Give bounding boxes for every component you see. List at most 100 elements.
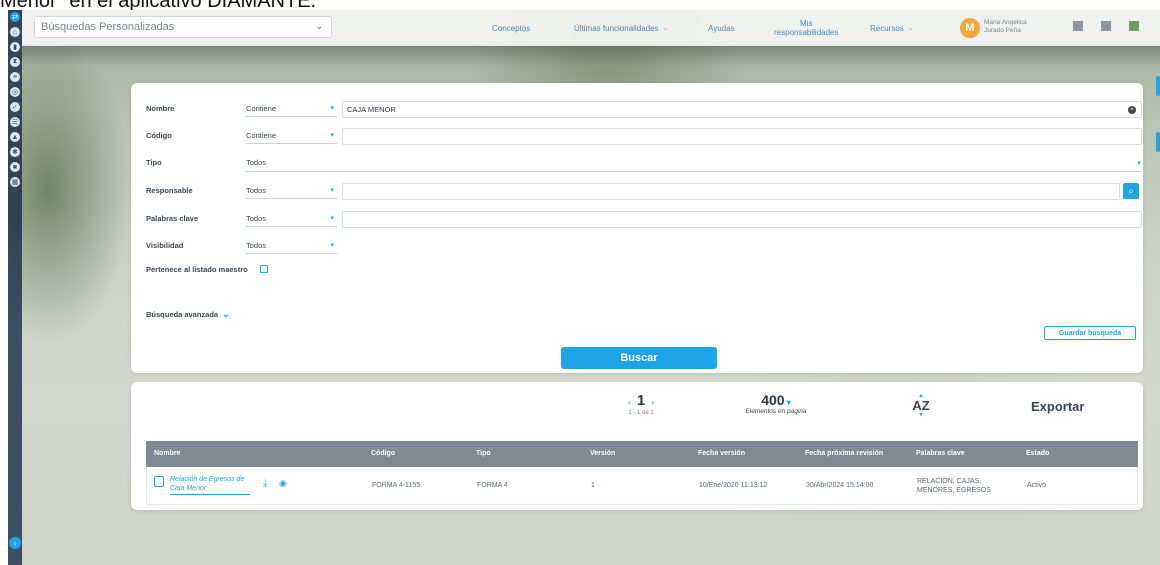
check-icon[interactable]: ✓ <box>10 102 20 112</box>
filter-label: Tipo <box>146 158 162 167</box>
next-page-icon[interactable]: › <box>651 397 654 407</box>
filter-label: Nombre <box>146 104 175 113</box>
nav-conceptos[interactable]: Conceptos <box>492 10 530 46</box>
search-icon[interactable]: ⌕ <box>1123 183 1139 199</box>
search-button[interactable]: Buscar <box>561 347 717 369</box>
column-header[interactable]: Versión <box>590 450 615 457</box>
operator-value: Todos <box>246 241 267 250</box>
advanced-search-toggle[interactable]: Búsqueda avanzada ⌄ <box>146 309 230 320</box>
cell-estado: Activo <box>1027 482 1047 489</box>
nav-conceptos-label: Conceptos <box>492 23 531 33</box>
top-bar: Búsquedas Personalizadas ⌄ Conceptos Últ… <box>22 10 1160 46</box>
table-header: Nombre Código Tipo Versión Fecha versión… <box>146 441 1138 467</box>
prev-page-icon[interactable]: ‹ <box>628 397 631 407</box>
cell-palabras-line1: RELACION, CAJAS, <box>917 478 982 485</box>
document-caption: Menor" en el aplicativo DIAMANTE. <box>0 0 1160 10</box>
operator-select[interactable]: Contiene ▾ <box>246 101 337 117</box>
side-tab[interactable] <box>1156 76 1160 96</box>
column-header[interactable]: Fecha versión <box>698 450 745 457</box>
side-tab[interactable] <box>1156 132 1160 152</box>
items-per-page[interactable]: 400 ▾ Elementos en página <box>731 392 821 415</box>
column-header[interactable]: Estado <box>1026 450 1049 457</box>
dropdown-arrow-icon: ▾ <box>330 132 334 139</box>
avatar[interactable]: M <box>960 18 980 38</box>
eye-icon[interactable]: ◉ <box>279 478 287 489</box>
dropdown-arrow-icon: ▾ <box>330 215 334 222</box>
cell-tipo: FORMA 4 <box>477 482 508 489</box>
filter-row-tipo: Tipo Todos ▾ <box>131 152 1143 174</box>
page-range: 1 - 1 de 1 <box>628 410 654 416</box>
tipo-underline <box>246 171 1142 172</box>
tipo-value: Todos <box>246 158 267 167</box>
operator-select[interactable]: Contiene ▾ <box>246 128 337 144</box>
cell-fecha-version: 10/Ene/2020 11:13:12 <box>699 482 768 489</box>
visibilidad-select[interactable]: Todos ▾ <box>246 238 337 254</box>
responsable-input[interactable] <box>342 183 1120 200</box>
briefcase-icon[interactable]: ■ <box>10 162 20 172</box>
filter-label: Código <box>146 131 172 140</box>
table-row: Relación de Egresos de Caja Menor ⤓ ◉ FO… <box>146 467 1138 505</box>
clear-icon[interactable]: × <box>1128 106 1136 114</box>
buildings-icon[interactable] <box>1101 21 1111 31</box>
hourglass-icon[interactable]: ⧗ <box>10 57 20 67</box>
user-name-line2: Jurado Peña <box>984 27 1021 34</box>
building-icon[interactable]: ▦ <box>10 177 20 187</box>
palabras-input[interactable] <box>342 211 1142 228</box>
header-shadow <box>22 46 1160 66</box>
nav-ayudas[interactable]: Ayudas <box>708 10 735 46</box>
nombre-input[interactable]: CAJA MENOR × <box>342 101 1142 118</box>
cell-fecha-revision: 30/Abr/2024 15:14:00 <box>806 482 874 489</box>
cell-codigo: FORMA 4-1155 <box>372 482 421 489</box>
calendar-icon[interactable] <box>1073 21 1083 31</box>
operator-select[interactable]: Todos ▾ <box>246 183 337 199</box>
filter-row-codigo: Código Contiene ▾ <box>131 125 1143 147</box>
tipo-select[interactable]: Todos <box>246 155 337 171</box>
download-icon[interactable]: ⤓ <box>263 478 267 489</box>
nav-ultimas[interactable]: Últimas funcionalidades ⌄ <box>574 10 668 46</box>
network-icon[interactable] <box>1129 21 1139 31</box>
home-icon[interactable]: ⌂ <box>10 27 20 37</box>
cell-palabras-line2: MENORES, EGRESOS <box>917 487 991 494</box>
save-search-button[interactable]: Guardar búsqueda <box>1044 326 1136 340</box>
per-page-label: Elementos en página <box>745 408 807 415</box>
nav-ayudas-label: Ayudas <box>708 23 735 33</box>
filter-label: Palabras clave <box>146 214 199 223</box>
column-header[interactable]: Nombre <box>154 450 180 457</box>
chart-icon[interactable]: ▮ <box>10 42 20 52</box>
dropdown-arrow-icon: ▾ <box>330 105 334 112</box>
warning-icon[interactable]: ▲ <box>10 132 20 142</box>
dropdown-arrow-icon: ▾ <box>330 187 334 194</box>
sort-button[interactable]: ▴ AZ ▾ <box>911 393 931 418</box>
database-icon[interactable]: ≡ <box>10 72 20 82</box>
saved-search-select[interactable]: Búsquedas Personalizadas ⌄ <box>34 16 332 38</box>
saved-search-placeholder: Búsquedas Personalizadas <box>41 21 175 33</box>
nav-recursos[interactable]: Recursos ⌄ <box>870 10 914 46</box>
user-name[interactable]: Maria Angelica Jurado Peña <box>984 19 1027 35</box>
nombre-value: CAJA MENOR <box>347 105 396 114</box>
nav-mis-responsabilidades[interactable]: Mis responsabilidades <box>774 10 839 46</box>
list-icon[interactable]: ☰ <box>10 117 20 127</box>
operator-value: Contiene <box>246 131 277 140</box>
app-window: ⇄ ⌂ ▮ ⧗ ≡ ◎ ✓ ☰ ▲ ✱ ■ ▦ ‹ Búsquedas Pers… <box>8 10 1160 565</box>
column-header[interactable]: Código <box>371 450 395 457</box>
chevron-down-icon: ⌄ <box>222 309 230 319</box>
column-header[interactable]: Palabras clave <box>916 450 965 457</box>
chevron-down-icon: ⌄ <box>315 21 323 31</box>
operator-select[interactable]: Todos ▾ <box>246 211 337 227</box>
document-link[interactable]: Relación de Egresos de Caja Menor <box>170 475 250 495</box>
document-icon <box>154 476 164 487</box>
column-header[interactable]: Fecha próxima revisión <box>805 450 883 457</box>
codigo-input[interactable] <box>342 128 1142 145</box>
nav-ultimas-label: Últimas funcionalidades <box>574 23 659 33</box>
shuffle-icon[interactable]: ⇄ <box>10 12 20 22</box>
filter-row-palabras: Palabras clave Todos ▾ <box>131 208 1143 230</box>
operator-value: Contiene <box>246 104 277 113</box>
listado-maestro-checkbox[interactable] <box>260 265 268 273</box>
settings-icon[interactable]: ✱ <box>10 147 20 157</box>
collapse-rail-icon[interactable]: ‹ <box>9 537 21 549</box>
column-header[interactable]: Tipo <box>476 450 491 457</box>
nav-recursos-label: Recursos <box>870 23 904 33</box>
export-button[interactable]: Exportar <box>1031 399 1084 414</box>
target-icon[interactable]: ◎ <box>10 87 20 97</box>
dropdown-arrow-icon[interactable]: ▾ <box>1137 159 1141 167</box>
